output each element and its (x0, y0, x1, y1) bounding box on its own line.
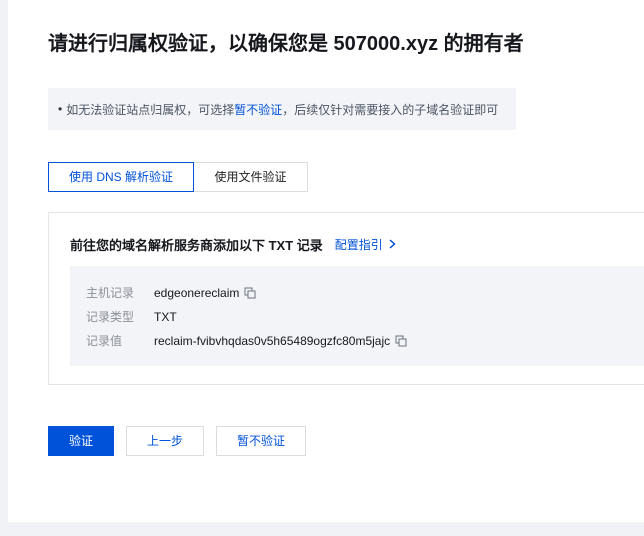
record-label: 主机记录 (86, 286, 135, 300)
notice-bullet: • (58, 102, 63, 116)
record-row-host: 主机记录 edgeonereclaim (86, 284, 256, 301)
record-list: 主机记录 edgeonereclaim 记录类型 TXT 记录值 reclaim… (70, 266, 644, 366)
copy-icon[interactable] (244, 287, 256, 299)
config-guide-link[interactable]: 配置指引 (335, 236, 396, 253)
skip-verification-button[interactable]: 暂不验证 (216, 426, 306, 456)
record-row-type: 记录类型 TXT (86, 308, 177, 325)
notice-text-before: 如无法验证站点归属权，可选择 (66, 102, 235, 117)
notice-box: • 如无法验证站点归属权，可选择 暂不验证 ，后续仅针对需要接入的子域名验证即可 (48, 88, 516, 130)
chevron-right-icon (389, 238, 396, 252)
record-value: reclaim-fvibvhqdas0v5h65489ogzfc80m5jajc (154, 333, 391, 348)
record-label: 记录值 (86, 334, 123, 348)
tab-file-verification[interactable]: 使用文件验证 (194, 162, 308, 192)
config-guide-label: 配置指引 (334, 238, 383, 252)
card-header: 前往您的域名解析服务商添加以下 TXT 记录 配置指引 (70, 235, 396, 254)
copy-icon[interactable] (395, 335, 407, 347)
dns-record-card: 前往您的域名解析服务商添加以下 TXT 记录 配置指引 主机记录 edgeone… (48, 212, 644, 385)
card-title: 前往您的域名解析服务商添加以下 TXT 记录 (70, 238, 323, 253)
page-title: 请进行归属权验证，以确保您是 507000.xyz 的拥有者 (48, 33, 524, 55)
notice-text-after: ，后续仅针对需要接入的子域名验证即可 (282, 102, 499, 117)
record-value: TXT (154, 309, 177, 324)
record-label: 记录类型 (86, 310, 135, 324)
record-row-value: 记录值 reclaim-fvibvhqdas0v5h65489ogzfc80m5… (86, 332, 407, 349)
tab-dns-verification[interactable]: 使用 DNS 解析验证 (48, 162, 194, 192)
previous-step-button[interactable]: 上一步 (126, 426, 204, 456)
notice-skip-link[interactable]: 暂不验证 (234, 101, 282, 118)
verify-button[interactable]: 验证 (48, 426, 114, 456)
verification-panel: 请进行归属权验证，以确保您是 507000.xyz 的拥有者 • 如无法验证站点… (8, 0, 644, 522)
verification-method-tabs: 使用 DNS 解析验证 使用文件验证 (48, 162, 308, 192)
record-value: edgeonereclaim (154, 285, 240, 300)
action-buttons: 验证 上一步 暂不验证 (48, 426, 318, 456)
